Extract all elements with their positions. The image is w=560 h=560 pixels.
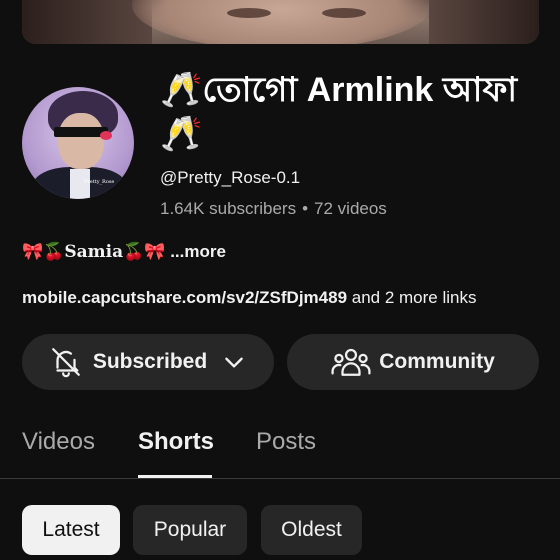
subscriber-count: 1.64K subscribers (160, 199, 297, 218)
subscribed-button[interactable]: Subscribed (22, 334, 274, 390)
stats-separator: • (302, 199, 309, 218)
subscribed-label: Subscribed (92, 350, 208, 373)
filter-chip-oldest[interactable]: Oldest (261, 505, 362, 555)
more-links-text[interactable]: and 2 more links (347, 288, 477, 307)
tab-shorts[interactable]: Shorts (138, 428, 214, 456)
channel-tabs: Videos Shorts Posts (0, 420, 560, 479)
avatar-face (58, 113, 104, 169)
people-icon (331, 345, 371, 379)
banner-face (132, 0, 432, 44)
tab-posts[interactable]: Posts (256, 428, 316, 456)
banner-eye-right (322, 8, 366, 18)
tab-videos[interactable]: Videos (22, 428, 95, 456)
banner-eye-left (227, 8, 271, 18)
channel-description[interactable]: 🎀🍒Samia🍒🎀 ...more (22, 242, 226, 262)
channel-banner (22, 0, 539, 44)
channel-avatar[interactable]: Pretty_Rose (22, 87, 134, 199)
avatar-lips-sticker (100, 131, 112, 140)
description-emoji-prefix: 🎀🍒 (22, 242, 65, 261)
filter-chip-latest[interactable]: Latest (22, 505, 120, 555)
channel-name: 🥂তোগো Armlink আফা🥂 (160, 71, 518, 153)
avatar-tag: Pretty_Rose (84, 179, 115, 185)
description-more-link[interactable]: ...more (170, 242, 226, 261)
active-tab-indicator (138, 475, 212, 478)
community-label: Community (379, 350, 495, 373)
filter-chip-popular[interactable]: Popular (133, 505, 247, 555)
channel-links[interactable]: mobile.capcutshare.com/sv2/ZSfDjm489 and… (22, 288, 476, 308)
bell-off-icon (49, 345, 83, 379)
channel-link-url[interactable]: mobile.capcutshare.com/sv2/ZSfDjm489 (22, 288, 347, 307)
description-name: Samia (64, 242, 124, 262)
community-button[interactable]: Community (287, 334, 539, 390)
channel-stats: 1.64K subscribers • 72 videos (160, 199, 387, 219)
channel-handle: @Pretty_Rose-0.1 (160, 168, 301, 187)
banner-hair-right (429, 0, 539, 44)
description-emoji-suffix: 🍒🎀 (123, 242, 166, 261)
video-count: 72 videos (314, 199, 387, 218)
chevron-down-icon (221, 349, 247, 375)
